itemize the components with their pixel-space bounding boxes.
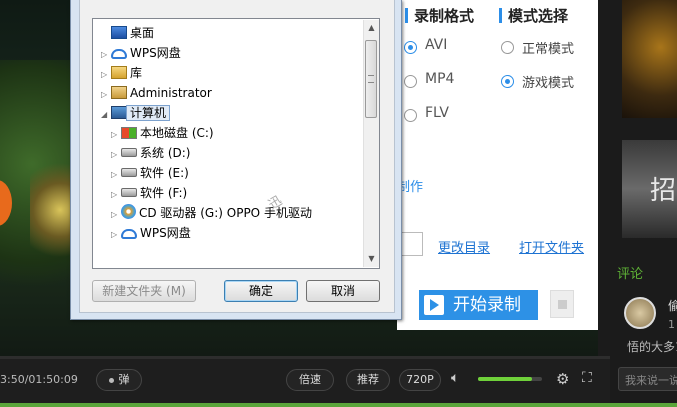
tree-node[interactable]: ▷ WPS网盘 (101, 223, 367, 243)
scrollbar-thumb[interactable] (365, 40, 377, 118)
tree-node-label: 系统 (D:) (140, 146, 191, 160)
tree-node-label: CD 驱动器 (G:) OPPO 手机驱动 (139, 206, 312, 220)
tree-node-label: 桌面 (130, 26, 155, 40)
expand-arrow-icon[interactable]: ◢ (101, 105, 111, 125)
comment-username[interactable]: 偷 (668, 297, 677, 314)
change-directory-link[interactable]: 更改目录 (438, 237, 490, 256)
mode-section-title: 模式选择 (499, 5, 568, 26)
desktop-icon (111, 26, 127, 39)
comment-text: 悟的大多1 (627, 340, 677, 354)
mode-normal-radio[interactable] (501, 41, 514, 54)
user-folder-icon (111, 86, 127, 99)
tree-node[interactable]: ▷ 软件 (E:) (101, 163, 367, 183)
progress-bar[interactable] (0, 356, 610, 359)
playback-time: 3:50/01:50:09 (0, 373, 78, 386)
tree-node-label: WPS网盘 (130, 46, 181, 60)
new-folder-button[interactable]: 新建文件夹 (M) (92, 280, 196, 302)
start-recording-button[interactable]: 开始录制 (419, 290, 538, 320)
scroll-up-arrow-icon[interactable]: ▲ (364, 20, 379, 35)
tree-node[interactable]: ▷ 系统 (D:) (101, 143, 367, 163)
comment-count: 1 (668, 318, 675, 331)
start-recording-label: 开始录制 (453, 295, 521, 315)
tree-node-label: 本地磁盘 (C:) (140, 126, 214, 140)
cloud-icon (111, 49, 127, 59)
tree-node[interactable]: ▷ 库 (101, 63, 367, 83)
tree-node-label: 库 (130, 66, 143, 80)
ok-button[interactable]: 确定 (224, 280, 298, 302)
expand-arrow-icon[interactable]: ▷ (111, 225, 121, 245)
tree-node-label: WPS网盘 (140, 226, 191, 240)
avatar[interactable] (624, 297, 656, 329)
video-thumbnail-2[interactable]: 招 (622, 140, 677, 238)
expand-arrow-icon[interactable]: ▷ (101, 45, 111, 65)
fullscreen-icon[interactable]: ⛶ (582, 370, 592, 386)
scroll-down-arrow-icon[interactable]: ▼ (364, 251, 379, 266)
settings-gear-icon[interactable]: ⚙ (556, 370, 569, 388)
format-avi-radio[interactable] (404, 41, 417, 54)
library-icon (111, 66, 127, 79)
mode-game-label[interactable]: 游戏模式 (522, 72, 574, 91)
format-mp4-radio[interactable] (404, 75, 417, 88)
tree-node[interactable]: ◢ 计算机 (101, 103, 367, 123)
tree-node[interactable]: 桌面 (101, 23, 367, 43)
format-flv-radio[interactable] (404, 109, 417, 122)
comment-input[interactable]: 我来说一说 (618, 367, 677, 391)
tree-node-label: Administrator (130, 86, 212, 100)
format-section-title: 录制格式 (405, 5, 474, 26)
expand-arrow-icon[interactable]: ▷ (111, 145, 121, 165)
tree-node[interactable]: ▷ 软件 (F:) (101, 183, 367, 203)
tree-node[interactable]: ▷ Administrator (101, 83, 367, 103)
drive-icon (121, 188, 137, 197)
quality-button[interactable]: 720P (399, 369, 441, 391)
tree-node-label: 软件 (F:) (140, 186, 188, 200)
expand-arrow-icon[interactable]: ▷ (101, 85, 111, 105)
expand-arrow-icon[interactable]: ▷ (111, 185, 121, 205)
drive-icon (121, 168, 137, 177)
format-flv-label[interactable]: FLV (425, 105, 449, 121)
expand-arrow-icon[interactable]: ▷ (111, 205, 121, 225)
format-avi-label[interactable]: AVI (425, 37, 447, 53)
system-drive-icon (121, 127, 137, 139)
tree-node[interactable]: ▷ WPS网盘 (101, 43, 367, 63)
bottom-accent-strip (0, 403, 677, 407)
mode-game-radio[interactable] (501, 75, 514, 88)
cancel-button[interactable]: 取消 (306, 280, 380, 302)
format-mp4-label[interactable]: MP4 (425, 71, 454, 87)
volume-icon[interactable]: 🔈︎ (451, 370, 459, 386)
mode-normal-label[interactable]: 正常模式 (522, 38, 574, 57)
speed-button[interactable]: 倍速 (286, 369, 334, 391)
tree-node[interactable]: ▷ CD 驱动器 (G:) OPPO 手机驱动 (101, 203, 367, 223)
folder-tree[interactable]: 桌面 ▷ WPS网盘 ▷ 库 ▷ Administrator ◢ 计算机 ▷ 本地磁盘 (C:) ▷ 系… (92, 18, 380, 269)
expand-arrow-icon[interactable]: ▷ (111, 125, 121, 145)
drive-icon (121, 148, 137, 157)
video-thumbnail-1[interactable] (622, 0, 677, 118)
tree-node-label: 计算机 (126, 105, 171, 121)
expand-arrow-icon[interactable]: ▷ (111, 165, 121, 185)
tree-node-list: 桌面 ▷ WPS网盘 ▷ 库 ▷ Administrator ◢ 计算机 ▷ 本地磁盘 (C:) ▷ 系… (101, 23, 367, 269)
thumbnail-text: 招 (650, 176, 677, 206)
expand-arrow-icon[interactable]: ▷ (101, 65, 111, 85)
open-folder-link[interactable]: 打开文件夹 (519, 237, 584, 256)
cloud-icon (121, 229, 137, 239)
computer-icon (111, 106, 127, 119)
tree-node-label: 软件 (E:) (140, 166, 189, 180)
tree-node[interactable]: ▷ 本地磁盘 (C:) (101, 123, 367, 143)
danmu-toggle-button[interactable]: 弹 (96, 369, 142, 391)
volume-slider-fill (478, 377, 533, 381)
comment-section-title: 评论 (617, 267, 644, 282)
play-icon (424, 295, 444, 315)
stop-button[interactable] (550, 290, 574, 318)
cd-drive-icon (121, 204, 136, 219)
recommend-button[interactable]: 推荐 (346, 369, 390, 391)
